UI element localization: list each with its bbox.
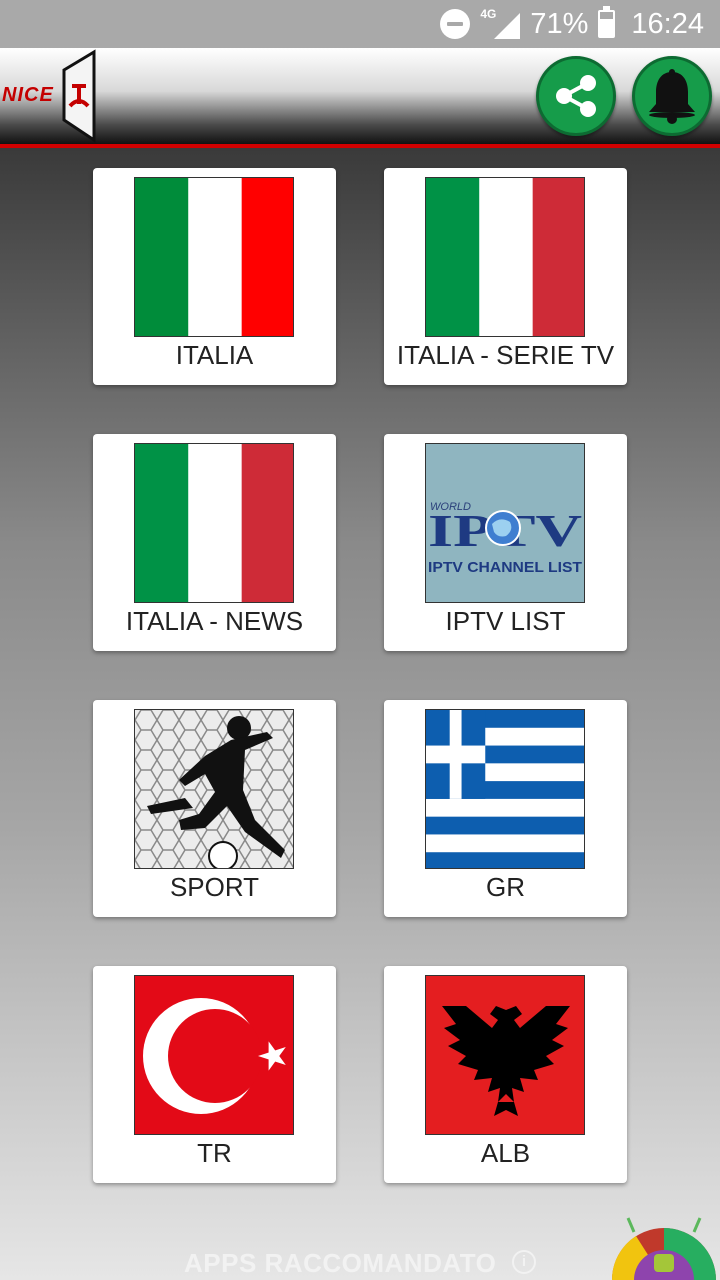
recommended-apps-link[interactable]: APPS RACCOMANDATO	[184, 1248, 496, 1279]
italy-flag-icon	[425, 177, 585, 337]
category-label: ITALIA - SERIE TV	[396, 340, 615, 370]
notifications-button[interactable]	[632, 56, 712, 136]
italy-flag-icon	[134, 177, 294, 337]
battery-percent: 71%	[530, 7, 589, 40]
category-card-italia[interactable]: ITALIA	[93, 168, 336, 385]
bell-icon	[649, 69, 695, 124]
iptv-logo-subtitle: IPTV CHANNEL LIST	[428, 559, 582, 576]
greece-flag-icon	[425, 709, 585, 869]
category-card-alb[interactable]: ALB	[384, 966, 627, 1183]
category-label: ITALIA - NEWS	[125, 606, 304, 636]
category-label: ITALIA	[175, 340, 254, 370]
category-card-italia-serie-tv[interactable]: ITALIA - SERIE TV	[384, 168, 627, 385]
category-label: IPTV LIST	[445, 606, 566, 636]
soccer-player-image-icon	[134, 709, 294, 869]
category-label: SPORT	[169, 872, 260, 902]
share-button[interactable]	[536, 56, 616, 136]
share-icon	[556, 75, 596, 117]
italy-flag-icon	[134, 443, 294, 603]
status-bar: 4G 71% 16:24	[0, 0, 720, 48]
status-icons: 4G 71% 16:24	[440, 0, 704, 48]
world-iptv-logo-icon: WORLD IPTV IPTV CHANNEL LIST	[425, 443, 585, 603]
do-not-disturb-icon	[440, 9, 471, 39]
battery-icon	[598, 6, 616, 38]
app-logo[interactable]: NICE	[0, 48, 100, 144]
category-label: ALB	[480, 1138, 531, 1168]
signal-icon: 4G	[480, 7, 521, 39]
category-label: TR	[197, 1138, 232, 1168]
category-label: GR	[486, 872, 525, 902]
category-card-italia-news[interactable]: ITALIA - NEWS	[93, 434, 336, 651]
category-card-gr[interactable]: GR	[384, 700, 627, 917]
app-bar: NICE	[0, 48, 720, 144]
category-card-sport[interactable]: SPORT	[93, 700, 336, 917]
albania-flag-icon	[425, 975, 585, 1135]
category-card-iptv-list[interactable]: WORLD IPTV IPTV CHANNEL LIST IPTV LIST	[384, 434, 627, 651]
category-card-tr[interactable]: TR	[93, 966, 336, 1183]
logo-text: NICE	[2, 84, 54, 106]
android-apps-icon[interactable]	[606, 1214, 718, 1280]
info-icon[interactable]: i	[512, 1250, 536, 1274]
turkey-flag-icon	[134, 975, 294, 1135]
clock: 16:24	[631, 7, 704, 40]
